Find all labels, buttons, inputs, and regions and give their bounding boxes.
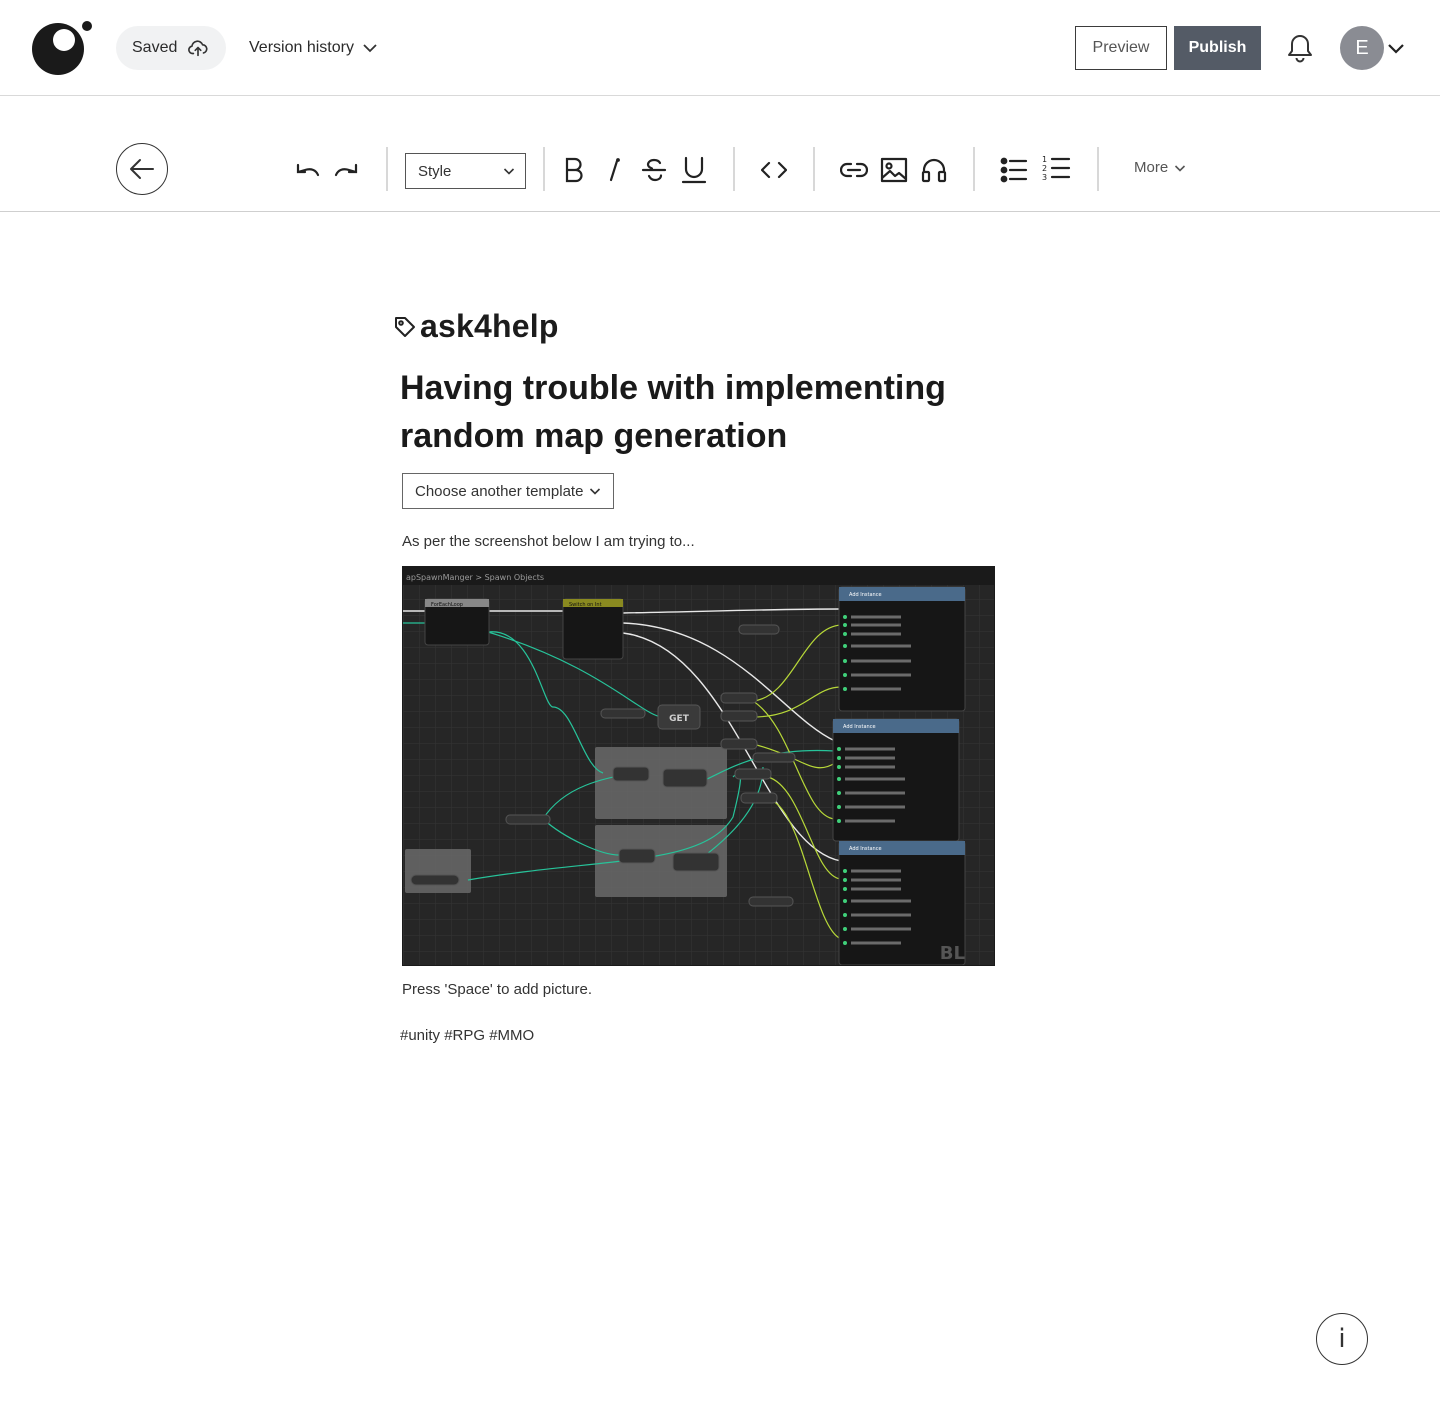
avatar[interactable]: E <box>1340 26 1384 70</box>
redo-icon <box>334 163 358 177</box>
logo-icon[interactable] <box>32 20 94 76</box>
svg-text:3: 3 <box>1042 173 1047 182</box>
image-icon <box>880 157 908 183</box>
bold-button[interactable] <box>559 155 589 185</box>
top-bar: Saved Version history Preview Publish E <box>0 0 1440 96</box>
code-button[interactable] <box>759 155 789 185</box>
chevron-down-icon <box>589 488 601 495</box>
italic-icon <box>609 158 620 182</box>
post-title[interactable]: Having trouble with implementing random … <box>400 364 1020 460</box>
toolbar-divider <box>386 147 388 191</box>
image-watermark: BL <box>940 943 965 964</box>
blueprint-graph-image: apSpawnManger > Spawn Objects ForEachLoo… <box>403 567 994 965</box>
numbered-list-button[interactable]: 123 <box>1041 153 1071 183</box>
more-dropdown[interactable]: More <box>1134 159 1186 176</box>
svg-text:2: 2 <box>1042 164 1047 173</box>
undo-button[interactable] <box>292 155 322 185</box>
template-select-value: Choose another template <box>415 482 584 500</box>
link-icon <box>840 162 868 178</box>
cloud-upload-icon <box>188 40 208 57</box>
add-instance-node-title: Add Instance <box>849 592 882 598</box>
post-tag[interactable]: ask4help <box>394 308 559 345</box>
italic-button[interactable] <box>599 155 629 185</box>
add-instance-node: Add Instance <box>838 586 966 712</box>
code-icon <box>761 161 787 179</box>
more-label: More <box>1134 159 1169 176</box>
hashtags[interactable]: #unity #RPG #MMO <box>400 1027 534 1044</box>
toolbar-divider <box>543 147 545 191</box>
back-button[interactable] <box>116 143 168 195</box>
toolbar-divider <box>813 147 815 191</box>
toolbar-divider <box>1097 147 1099 191</box>
get-node-label: GET <box>669 714 690 724</box>
tag-label: ask4help <box>420 308 559 344</box>
switch-node-title: Switch on Int <box>569 602 602 608</box>
bullet-list-button[interactable] <box>999 155 1029 185</box>
undo-icon <box>296 163 320 177</box>
chevron-down-icon <box>1175 164 1186 172</box>
foreach-node-title: ForEachLoop <box>431 602 463 608</box>
version-history-dropdown[interactable]: Version history <box>249 26 378 70</box>
post-body-text[interactable]: As per the screenshot below I am trying … <box>402 533 695 550</box>
image-breadcrumb: apSpawnManger > Spawn Objects <box>406 573 544 582</box>
template-select[interactable]: Choose another template <box>402 473 614 509</box>
bold-icon <box>565 157 583 183</box>
bullet-list-icon <box>1000 157 1028 183</box>
preview-button[interactable]: Preview <box>1075 26 1167 70</box>
bell-icon[interactable] <box>1286 33 1314 63</box>
image-button[interactable] <box>879 155 909 185</box>
strikethrough-button[interactable] <box>639 155 669 185</box>
tag-icon <box>395 316 415 337</box>
underline-icon <box>681 156 707 184</box>
strikethrough-icon <box>641 158 667 182</box>
chevron-down-icon[interactable] <box>1386 38 1406 58</box>
embedded-screenshot-image[interactable]: apSpawnManger > Spawn Objects ForEachLoo… <box>402 566 995 966</box>
image-caption-hint[interactable]: Press 'Space' to add picture. <box>402 981 592 998</box>
toolbar-divider <box>733 147 735 191</box>
chevron-down-icon <box>363 44 377 53</box>
underline-button[interactable] <box>679 155 709 185</box>
toolbar-divider <box>973 147 975 191</box>
version-history-label: Version history <box>249 39 354 56</box>
svg-text:1: 1 <box>1042 155 1047 164</box>
arrow-left-icon <box>130 159 154 179</box>
style-select-value: Style <box>418 162 452 180</box>
link-button[interactable] <box>839 155 869 185</box>
chevron-down-icon <box>503 168 515 175</box>
add-instance-node-title: Add Instance <box>849 846 882 852</box>
redo-button[interactable] <box>332 155 362 185</box>
info-button[interactable]: i <box>1316 1313 1368 1365</box>
publish-button[interactable]: Publish <box>1174 26 1261 70</box>
info-icon: i <box>1338 1324 1346 1354</box>
saved-status: Saved <box>116 26 226 70</box>
audio-button[interactable] <box>919 155 949 185</box>
saved-label: Saved <box>132 39 178 56</box>
add-instance-node-title: Add Instance <box>843 724 876 730</box>
editor-toolbar: Style 123 More <box>0 97 1440 212</box>
numbered-list-icon: 123 <box>1042 155 1071 182</box>
style-select[interactable]: Style <box>405 153 526 189</box>
audio-icon <box>921 158 947 183</box>
